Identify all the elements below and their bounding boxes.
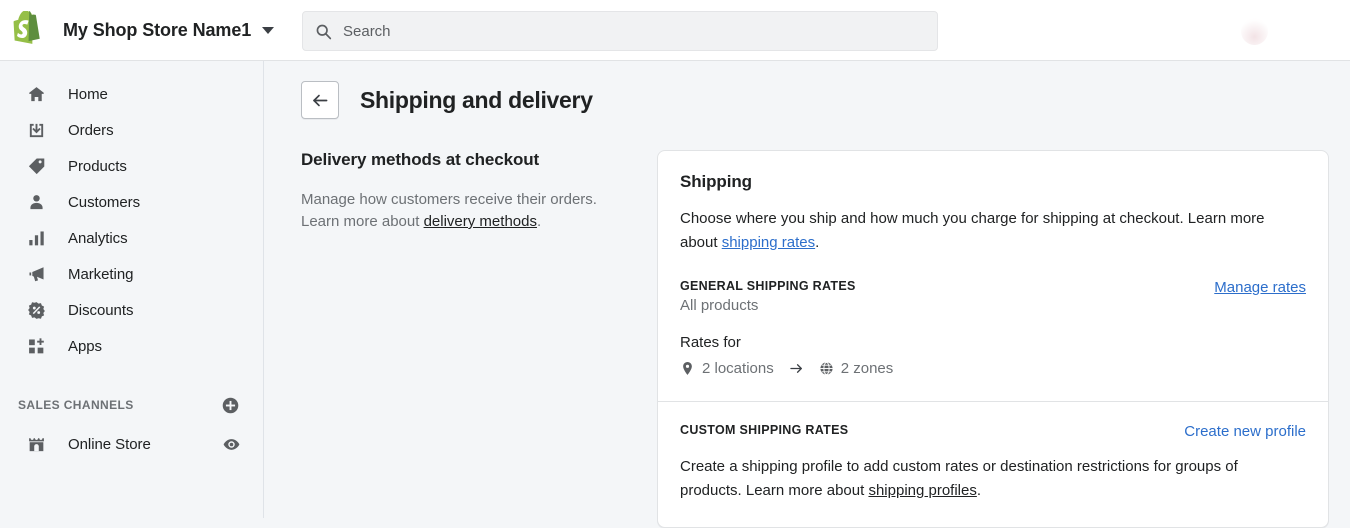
custom-rates-eyebrow: CUSTOM SHIPPING RATES: [680, 423, 849, 437]
locations-meta: 2 locations: [680, 360, 774, 377]
custom-rates-description: Create a shipping profile to add custom …: [680, 455, 1280, 503]
sidebar-item-discounts[interactable]: Discounts: [8, 292, 255, 328]
store-name: My Shop Store Name1: [63, 19, 252, 40]
zones-meta: 2 zones: [819, 360, 894, 377]
back-button[interactable]: [301, 81, 339, 119]
sidebar-item-label: Orders: [68, 121, 114, 139]
create-new-profile-link[interactable]: Create new profile: [1184, 423, 1306, 440]
general-rates-eyebrow: GENERAL SHIPPING RATES: [680, 279, 856, 293]
delivery-methods-line2-prefix: Learn more about: [301, 213, 424, 230]
sidebar-item-home[interactable]: Home: [8, 76, 255, 112]
general-rates-labels: GENERAL SHIPPING RATES All products: [680, 279, 856, 314]
page-header: Shipping and delivery: [301, 81, 1350, 119]
shipping-card-description: Choose where you ship and how much you c…: [680, 207, 1288, 255]
shipping-profiles-link[interactable]: shipping profiles: [868, 482, 976, 499]
apps-grid-plus-icon: [26, 336, 46, 356]
delivery-methods-link[interactable]: delivery methods: [424, 213, 537, 230]
globe-icon: [820, 361, 833, 376]
brand-area[interactable]: My Shop Store Name1: [0, 11, 275, 49]
general-shipping-rates-section: GENERAL SHIPPING RATES All products Mana…: [658, 279, 1328, 401]
sidebar-item-products[interactable]: Products: [8, 148, 255, 184]
content-columns: Delivery methods at checkout Manage how …: [265, 150, 1350, 528]
custom-description-period: .: [976, 482, 982, 499]
chevron-down-icon[interactable]: [262, 26, 275, 34]
sidebar-item-marketing[interactable]: Marketing: [8, 256, 255, 292]
page-title: Shipping and delivery: [360, 86, 593, 113]
sidebar-item-online-store[interactable]: Online Store: [8, 426, 255, 462]
eye-icon[interactable]: [222, 435, 241, 454]
sidebar-item-apps[interactable]: Apps: [8, 328, 255, 364]
sidebar-item-label: Products: [68, 157, 127, 175]
sidebar-item-label: Analytics: [68, 229, 128, 247]
arrow-left-icon: [312, 94, 327, 106]
shipping-description-period: .: [815, 234, 820, 251]
sidebar: Home Orders Products Customers Analytics…: [0, 61, 264, 518]
sidebar-item-customers[interactable]: Customers: [8, 184, 255, 220]
avatar[interactable]: [1241, 18, 1268, 45]
sales-channels-header: SALES CHANNELS: [18, 390, 240, 420]
delivery-methods-title: Delivery methods at checkout: [301, 150, 540, 169]
general-rates-header-row: GENERAL SHIPPING RATES All products Mana…: [680, 279, 1306, 314]
delivery-methods-description: Manage how customers receive their order…: [301, 189, 611, 233]
custom-shipping-rates-section: CUSTOM SHIPPING RATES Create new profile…: [658, 402, 1328, 527]
manage-rates-link[interactable]: Manage rates: [1214, 279, 1306, 296]
marketing-megaphone-icon: [26, 264, 46, 284]
sidebar-item-analytics[interactable]: Analytics: [8, 220, 255, 256]
delivery-methods-line1: Manage how customers receive their order…: [301, 191, 597, 208]
custom-rates-header-row: CUSTOM SHIPPING RATES Create new profile: [680, 423, 1306, 440]
sales-channels-title: SALES CHANNELS: [18, 398, 134, 412]
discount-percent-icon: [26, 300, 46, 320]
search-bar[interactable]: [302, 11, 938, 51]
shipping-rates-link[interactable]: shipping rates: [722, 234, 815, 251]
search-input[interactable]: [343, 22, 903, 40]
sidebar-item-label: Marketing: [68, 265, 134, 283]
main-content: Shipping and delivery Delivery methods a…: [265, 61, 1350, 528]
arrow-right-icon: [788, 361, 805, 376]
analytics-bars-icon: [26, 228, 46, 248]
orders-inbox-icon: [26, 120, 46, 140]
home-icon: [26, 84, 46, 104]
storefront-icon: [26, 434, 46, 454]
sidebar-item-label: Home: [68, 85, 108, 103]
zones-text: 2 zones: [840, 360, 894, 377]
sidebar-item-orders[interactable]: Orders: [8, 112, 255, 148]
locations-text: 2 locations: [702, 360, 774, 377]
sidebar-item-label: Customers: [68, 193, 141, 211]
customer-person-icon: [26, 192, 46, 212]
product-tag-icon: [26, 156, 46, 176]
delivery-methods-column: Delivery methods at checkout Manage how …: [301, 150, 656, 528]
search-icon: [316, 24, 332, 39]
sidebar-item-label: Discounts: [68, 301, 134, 319]
map-pin-icon: [683, 362, 692, 375]
general-rates-subtitle: All products: [680, 297, 759, 314]
sidebar-item-label: Apps: [68, 337, 102, 355]
shopify-bag-logo: [13, 11, 40, 44]
delivery-methods-period: .: [536, 213, 542, 230]
shipping-card-intro: Shipping Choose where you ship and how m…: [658, 151, 1328, 279]
shipping-card-title: Shipping: [680, 172, 752, 191]
rates-scope-row: 2 locations 2 zones: [680, 360, 1306, 377]
rates-for-label: Rates for: [680, 334, 741, 351]
top-bar: My Shop Store Name1: [0, 0, 1350, 61]
plus-circle-icon[interactable]: [221, 396, 240, 415]
sidebar-item-label: Online Store: [68, 435, 151, 453]
shipping-card: Shipping Choose where you ship and how m…: [657, 150, 1329, 528]
